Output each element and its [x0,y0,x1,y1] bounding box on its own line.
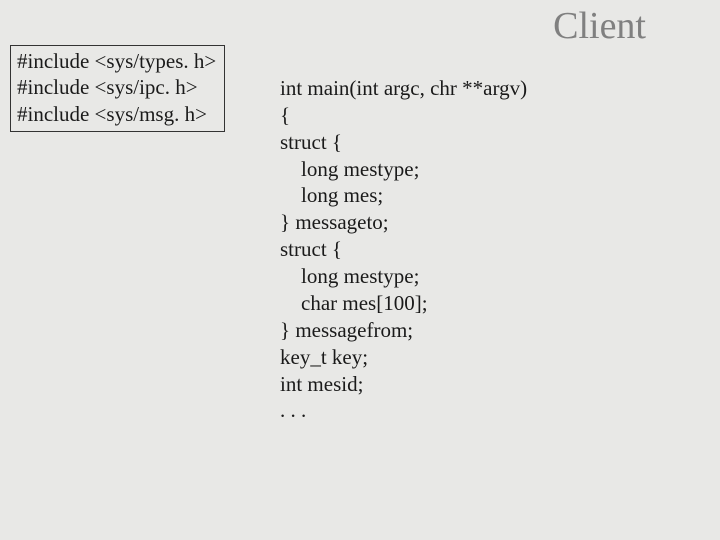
code-line: struct { [280,130,342,154]
code-line: char mes[100]; [280,291,428,315]
code-block: int main(int argc, chr **argv) { struct … [280,48,527,424]
code-line: int mesid; [280,372,363,396]
include-line: #include <sys/types. h> [17,48,216,74]
code-line: long mes; [280,183,383,207]
slide-title: Client [553,4,646,48]
code-line: long mestype; [280,264,419,288]
code-line: key_t key; [280,345,368,369]
code-line: { [280,103,290,127]
code-line: } messageto; [280,210,389,234]
code-line: . . . [280,398,306,422]
include-line: #include <sys/ipc. h> [17,74,216,100]
includes-box: #include <sys/types. h> #include <sys/ip… [10,45,225,132]
code-line: int main(int argc, chr **argv) [280,76,527,100]
code-line: long mestype; [280,157,419,181]
include-line: #include <sys/msg. h> [17,101,216,127]
code-line: } messagefrom; [280,318,413,342]
code-line: struct { [280,237,342,261]
